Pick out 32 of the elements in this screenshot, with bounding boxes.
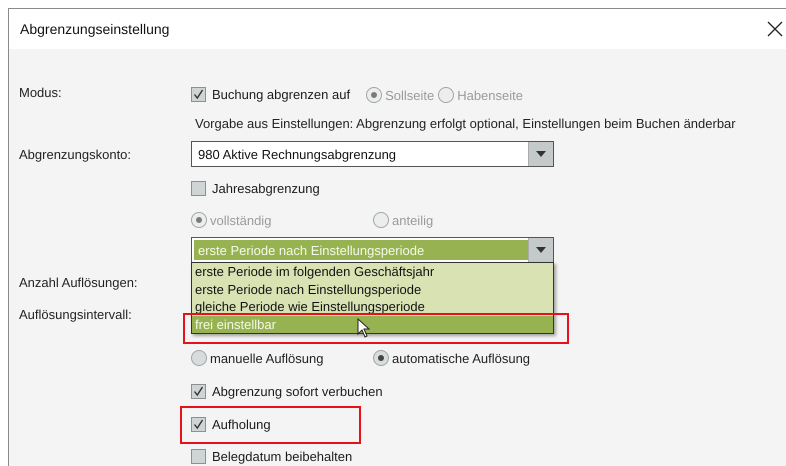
radio-label: Sollseite bbox=[385, 88, 434, 102]
info-text: Vorgabe aus Einstellungen: Abgrenzung erfolgt optional, Einstellungen beim Buchen änderbar bbox=[195, 116, 736, 130]
checkbox-label: Abgrenzung sofort verbuchen bbox=[212, 384, 383, 398]
checkbox[interactable] bbox=[191, 416, 206, 432]
caret-icon bbox=[536, 151, 546, 157]
radio-label: anteilig bbox=[392, 212, 434, 228]
radio-label: manuelle Auflösung bbox=[210, 350, 324, 366]
field-label: Anzahl Auflösungen: bbox=[19, 274, 139, 290]
radio-button[interactable] bbox=[191, 350, 207, 366]
checkbox-label: Jahresabgrenzung bbox=[212, 180, 320, 196]
window-title: Abgrenzungseinstellung bbox=[20, 21, 170, 37]
checkbox[interactable] bbox=[191, 384, 206, 398]
checkbox[interactable] bbox=[191, 448, 206, 464]
dropdown-option[interactable]: erste Periode im folgenden Geschäftsjahr bbox=[192, 263, 553, 280]
field-label: Modus: bbox=[19, 85, 63, 100]
field-label: Auflösungsintervall: bbox=[19, 307, 133, 322]
mouse-pointer-icon bbox=[357, 318, 371, 338]
checkbox-label: Aufholung bbox=[212, 416, 271, 432]
dropdown-option[interactable]: erste Periode nach Einstellungsperiode bbox=[192, 280, 553, 298]
radio-label: automatische Auflösung bbox=[392, 350, 530, 366]
caret-icon bbox=[536, 247, 546, 253]
radio-button[interactable] bbox=[373, 350, 389, 366]
checkbox[interactable] bbox=[191, 87, 206, 102]
radio-label: Habenseite bbox=[457, 88, 523, 102]
radio-label: vollständig bbox=[210, 212, 272, 228]
checkbox-label: Buchung abgrenzen auf bbox=[212, 87, 350, 102]
checkbox-label: Belegdatum beibehalten bbox=[212, 448, 352, 464]
checkbox[interactable] bbox=[191, 180, 206, 196]
close-button[interactable] bbox=[765, 19, 785, 39]
dropdown-option[interactable]: gleiche Periode wie Einstellungsperiode bbox=[192, 298, 553, 316]
field-label: Abgrenzungskonto: bbox=[19, 146, 132, 162]
account-dropdown[interactable]: 980 Aktive Rechnungsabgrenzung bbox=[191, 141, 554, 167]
